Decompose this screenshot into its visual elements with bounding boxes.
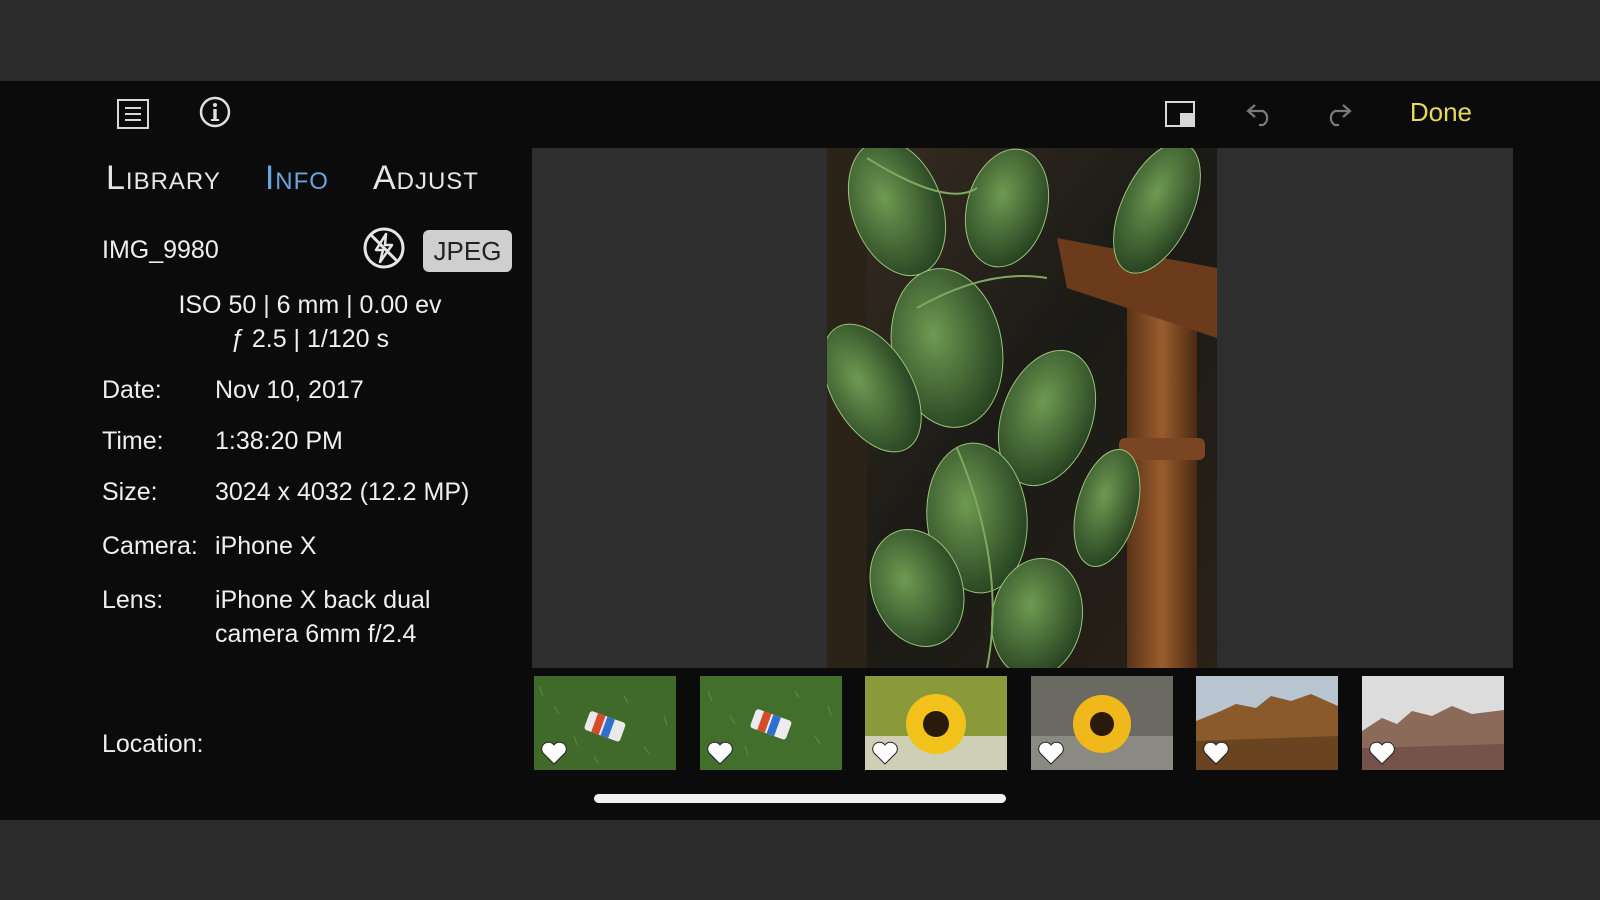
size-row: Size: 3024 x 4032 (12.2 MP) <box>102 475 522 509</box>
flash-off-icon <box>362 226 406 270</box>
thumbnail-3[interactable] <box>865 676 1007 770</box>
time-value: 1:38:20 PM <box>215 427 343 455</box>
photo-viewer[interactable] <box>532 148 1513 668</box>
thumbnail-4[interactable] <box>1031 676 1173 770</box>
file-name: IMG_9980 <box>102 236 219 264</box>
heart-icon[interactable] <box>1202 740 1230 766</box>
list-icon[interactable] <box>116 97 150 131</box>
date-label: Date: <box>102 376 162 404</box>
size-value: 3024 x 4032 (12.2 MP) <box>215 478 470 506</box>
tab-info[interactable]: Info <box>265 159 329 198</box>
time-label: Time: <box>102 427 164 455</box>
thumbnail-5[interactable] <box>1196 676 1338 770</box>
info-icon[interactable] <box>198 95 232 129</box>
thumbnail-6[interactable] <box>1362 676 1504 770</box>
split-view-icon[interactable] <box>1164 99 1196 129</box>
redo-icon[interactable] <box>1322 99 1354 129</box>
location-label: Location: <box>102 730 204 758</box>
exif-line-1: ISO 50 | 6 mm | 0.00 ev <box>178 291 442 319</box>
thumbnail-1[interactable] <box>534 676 676 770</box>
tab-bar: Library Info Adjust <box>106 159 479 198</box>
camera-row: Camera: iPhone X <box>102 529 522 563</box>
camera-value: iPhone X <box>215 532 317 560</box>
exif-line-2: ƒ 2.5 | 1/120 s <box>231 325 389 353</box>
main-photo <box>827 148 1217 668</box>
location-value <box>215 727 522 761</box>
lens-row: Lens: iPhone X back dual camera 6mm f/2.… <box>102 583 522 651</box>
lens-value-line-1: iPhone X back dual <box>215 586 431 614</box>
heart-icon[interactable] <box>871 740 899 766</box>
camera-label: Camera: <box>102 532 198 560</box>
lens-value: iPhone X back dual camera 6mm f/2.4 <box>215 583 522 651</box>
date-value: Nov 10, 2017 <box>215 376 364 404</box>
undo-icon[interactable] <box>1244 99 1276 129</box>
heart-icon[interactable] <box>1368 740 1396 766</box>
done-button[interactable]: Done <box>1410 97 1472 128</box>
tab-library[interactable]: Library <box>106 159 221 198</box>
size-label: Size: <box>102 478 158 506</box>
heart-icon[interactable] <box>540 740 568 766</box>
lens-label: Lens: <box>102 586 164 614</box>
lens-value-line-2: camera 6mm f/2.4 <box>215 620 417 648</box>
thumbnail-2[interactable] <box>700 676 842 770</box>
date-row: Date: Nov 10, 2017 <box>102 373 522 407</box>
time-row: Time: 1:38:20 PM <box>102 424 522 458</box>
heart-icon[interactable] <box>1037 740 1065 766</box>
tab-adjust[interactable]: Adjust <box>373 159 479 198</box>
format-badge: JPEG <box>423 230 512 272</box>
location-row: Location: <box>102 727 522 761</box>
home-indicator[interactable] <box>594 794 1006 803</box>
heart-icon[interactable] <box>706 740 734 766</box>
